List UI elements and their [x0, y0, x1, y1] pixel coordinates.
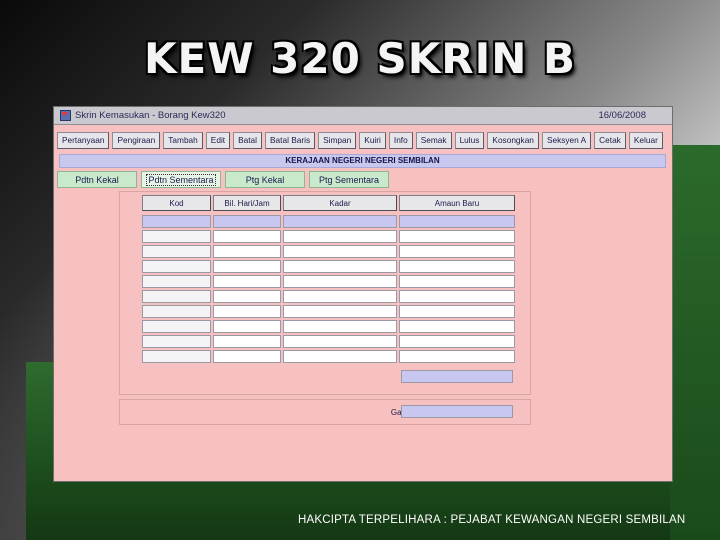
form-window: Skrin Kemasukan - Borang Kew320 16/06/20… [53, 106, 673, 482]
seksyen-a-button[interactable]: Seksyen A [541, 131, 592, 149]
net-salary-panel: Gaji Bersih [119, 399, 531, 425]
grid-header: Kod Bil. Hari/Jam Kadar Amaun Baru [142, 195, 515, 211]
cell-amaun-baru[interactable] [399, 260, 515, 273]
table-row [142, 230, 515, 243]
table-row [142, 350, 515, 363]
table-row [142, 275, 515, 288]
table-row [142, 260, 515, 273]
kosongkan-button[interactable]: Kosongkan [487, 131, 539, 149]
tab-ptg-kekal[interactable]: Ptg Kekal [225, 171, 305, 188]
table-row [142, 305, 515, 318]
cell-kadar[interactable] [283, 245, 397, 258]
simpan-button[interactable]: Simpan [318, 131, 357, 149]
cell-kadar[interactable] [283, 215, 397, 228]
cell-kod[interactable] [142, 230, 211, 243]
table-row [142, 290, 515, 303]
gaji-bersih-field[interactable] [401, 405, 513, 418]
kuiri-button[interactable]: Kuiri [359, 131, 386, 149]
app-icon [60, 110, 71, 121]
entry-panel: Kod Bil. Hari/Jam Kadar Amaun Baru Jumla… [119, 191, 531, 395]
tab-ptg-sementara[interactable]: Ptg Sementara [309, 171, 389, 188]
column-header-amaun-baru: Amaun Baru [399, 195, 515, 211]
background-green-strip [670, 145, 720, 540]
grid-rows [142, 215, 515, 365]
pertanyaan-button[interactable]: Pertanyaan [57, 131, 110, 149]
cetak-button[interactable]: Cetak [594, 131, 626, 149]
cell-amaun-baru[interactable] [399, 350, 515, 363]
tab-bar: Pdtn Kekal Pdtn Sementara Ptg Kekal Ptg … [57, 171, 672, 188]
table-row [142, 245, 515, 258]
cell-kod[interactable] [142, 320, 211, 333]
cell-bil-hari-jam[interactable] [213, 275, 281, 288]
table-row [142, 320, 515, 333]
cell-bil-hari-jam[interactable] [213, 230, 281, 243]
cell-kod[interactable] [142, 260, 211, 273]
cell-kadar[interactable] [283, 230, 397, 243]
cell-amaun-baru[interactable] [399, 290, 515, 303]
cell-bil-hari-jam[interactable] [213, 260, 281, 273]
window-title: Skrin Kemasukan - Borang Kew320 [75, 110, 226, 121]
batal-button[interactable]: Batal [233, 131, 263, 149]
cell-kadar[interactable] [283, 290, 397, 303]
cell-kod[interactable] [142, 245, 211, 258]
cell-bil-hari-jam[interactable] [213, 350, 281, 363]
cell-amaun-baru[interactable] [399, 320, 515, 333]
cell-kod[interactable] [142, 305, 211, 318]
column-header-kod: Kod [142, 195, 211, 211]
cell-bil-hari-jam[interactable] [213, 320, 281, 333]
cell-amaun-baru[interactable] [399, 305, 515, 318]
cell-kod[interactable] [142, 275, 211, 288]
cell-kadar[interactable] [283, 335, 397, 348]
cell-amaun-baru[interactable] [399, 335, 515, 348]
cell-amaun-baru[interactable] [399, 230, 515, 243]
slide-title: KEW 320 SKRIN B [143, 34, 577, 83]
cell-bil-hari-jam[interactable] [213, 290, 281, 303]
edit-button[interactable]: Edit [205, 131, 231, 149]
tab-label: Ptg Sementara [318, 174, 380, 185]
jumlah-field[interactable] [401, 370, 513, 383]
tambah-button[interactable]: Tambah [163, 131, 203, 149]
state-banner: KERAJAAN NEGERI NEGERI SEMBILAN [59, 154, 666, 168]
cell-kod[interactable] [142, 215, 211, 228]
batal-baris-button[interactable]: Batal Baris [265, 131, 316, 149]
cell-amaun-baru[interactable] [399, 215, 515, 228]
window-titlebar: Skrin Kemasukan - Borang Kew320 16/06/20… [54, 107, 672, 125]
cell-kod[interactable] [142, 350, 211, 363]
info-button[interactable]: Info [388, 131, 413, 149]
cell-kadar[interactable] [283, 350, 397, 363]
pengiraan-button[interactable]: Pengiraan [112, 131, 161, 149]
window-date: 16/06/2008 [598, 110, 646, 121]
cell-kadar[interactable] [283, 275, 397, 288]
tab-label: Ptg Kekal [245, 174, 285, 185]
cell-bil-hari-jam[interactable] [213, 335, 281, 348]
table-row [142, 335, 515, 348]
tab-pdtn-sementara[interactable]: Pdtn Sementara [141, 171, 221, 188]
copyright-footer: HAKCIPTA TERPELIHARA : PEJABAT KEWANGAN … [298, 514, 686, 526]
cell-kadar[interactable] [283, 320, 397, 333]
cell-kadar[interactable] [283, 305, 397, 318]
tab-label: Pdtn Kekal [75, 174, 119, 185]
cell-kod[interactable] [142, 290, 211, 303]
column-header-kadar: Kadar [283, 195, 397, 211]
toolbar: Pertanyaan Pengiraan Tambah Edit Batal B… [54, 129, 672, 151]
cell-bil-hari-jam[interactable] [213, 305, 281, 318]
lulus-button[interactable]: Lulus [454, 131, 485, 149]
cell-bil-hari-jam[interactable] [213, 245, 281, 258]
cell-amaun-baru[interactable] [399, 245, 515, 258]
tab-pdtn-kekal[interactable]: Pdtn Kekal [57, 171, 137, 188]
table-row [142, 215, 515, 228]
cell-bil-hari-jam[interactable] [213, 215, 281, 228]
tab-label: Pdtn Sementara [146, 173, 216, 186]
column-header-bil-hari-jam: Bil. Hari/Jam [213, 195, 281, 211]
cell-kod[interactable] [142, 335, 211, 348]
keluar-button[interactable]: Keluar [628, 131, 663, 149]
semak-button[interactable]: Semak [415, 131, 452, 149]
cell-kadar[interactable] [283, 260, 397, 273]
cell-amaun-baru[interactable] [399, 275, 515, 288]
